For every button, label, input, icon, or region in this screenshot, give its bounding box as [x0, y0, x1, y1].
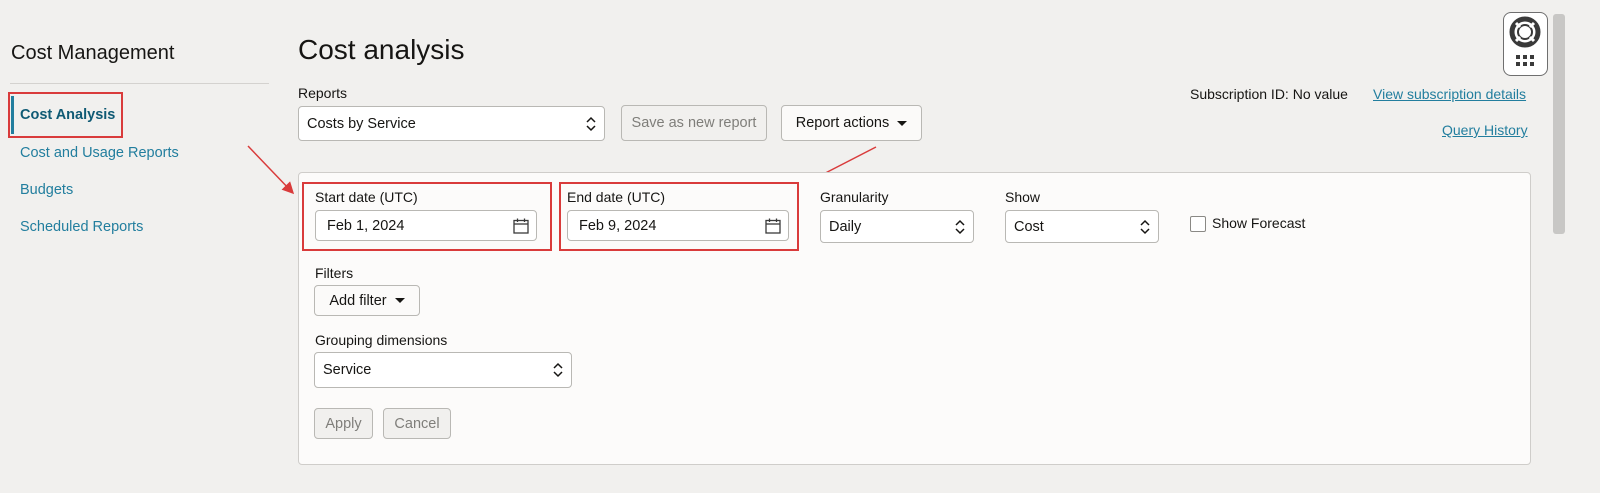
calendar-icon[interactable] — [765, 218, 781, 234]
show-select[interactable]: Cost — [1005, 210, 1159, 243]
chevron-updown-icon — [1140, 219, 1150, 234]
add-filter-label: Add filter — [329, 292, 387, 309]
sidebar-item-cost-and-usage-reports[interactable]: Cost and Usage Reports — [20, 145, 179, 161]
report-actions-button[interactable]: Report actions — [781, 105, 922, 141]
granularity-value: Daily — [829, 218, 862, 235]
sidebar-title: Cost Management — [11, 42, 175, 64]
show-forecast-checkbox[interactable] — [1190, 216, 1206, 232]
start-date-value: Feb 1, 2024 — [327, 217, 405, 234]
start-date-label: Start date (UTC) — [315, 189, 418, 205]
add-filter-button[interactable]: Add filter — [314, 285, 420, 316]
save-as-new-report-button[interactable]: Save as new report — [621, 105, 767, 141]
caret-down-icon — [394, 298, 405, 303]
scrollbar-thumb[interactable] — [1553, 14, 1565, 234]
report-actions-label: Report actions — [795, 115, 890, 131]
show-label: Show — [1005, 189, 1041, 205]
grouping-dimensions-select[interactable]: Service — [314, 352, 572, 388]
granularity-select[interactable]: Daily — [820, 210, 974, 243]
query-history-link[interactable]: Query History — [1442, 122, 1528, 138]
help-button[interactable] — [1503, 12, 1548, 76]
end-date-input[interactable]: Feb 9, 2024 — [567, 210, 789, 241]
sidebar-item-scheduled-reports[interactable]: Scheduled Reports — [20, 219, 143, 235]
calendar-icon[interactable] — [513, 218, 529, 234]
end-date-label: End date (UTC) — [567, 189, 666, 205]
page-title: Cost analysis — [298, 34, 465, 65]
reports-select[interactable]: Costs by Service — [298, 106, 605, 141]
chevron-updown-icon — [955, 219, 965, 234]
apply-button[interactable]: Apply — [314, 408, 373, 439]
grid-icon — [1516, 55, 1534, 66]
reports-label: Reports — [298, 85, 348, 101]
view-subscription-details-link[interactable]: View subscription details — [1373, 86, 1526, 102]
show-value: Cost — [1014, 218, 1044, 235]
subscription-id-text: Subscription ID: No value — [1190, 86, 1348, 102]
show-forecast-label: Show Forecast — [1212, 215, 1306, 231]
lifebuoy-icon — [1509, 16, 1541, 66]
grouping-dimensions-value: Service — [323, 362, 372, 378]
end-date-value: Feb 9, 2024 — [579, 217, 657, 234]
cancel-button[interactable]: Cancel — [383, 408, 451, 439]
reports-select-value: Costs by Service — [307, 115, 416, 132]
sidebar-item-cost-analysis[interactable]: Cost Analysis — [20, 107, 115, 123]
sidebar-divider — [10, 83, 269, 84]
granularity-label: Granularity — [820, 189, 889, 205]
filters-label: Filters — [315, 265, 354, 281]
start-date-input[interactable]: Feb 1, 2024 — [315, 210, 537, 241]
chevron-updown-icon — [553, 362, 563, 378]
chevron-updown-icon — [586, 116, 596, 131]
caret-down-icon — [897, 120, 908, 126]
sidebar-item-budgets[interactable]: Budgets — [20, 182, 73, 198]
grouping-dimensions-label: Grouping dimensions — [315, 332, 448, 348]
